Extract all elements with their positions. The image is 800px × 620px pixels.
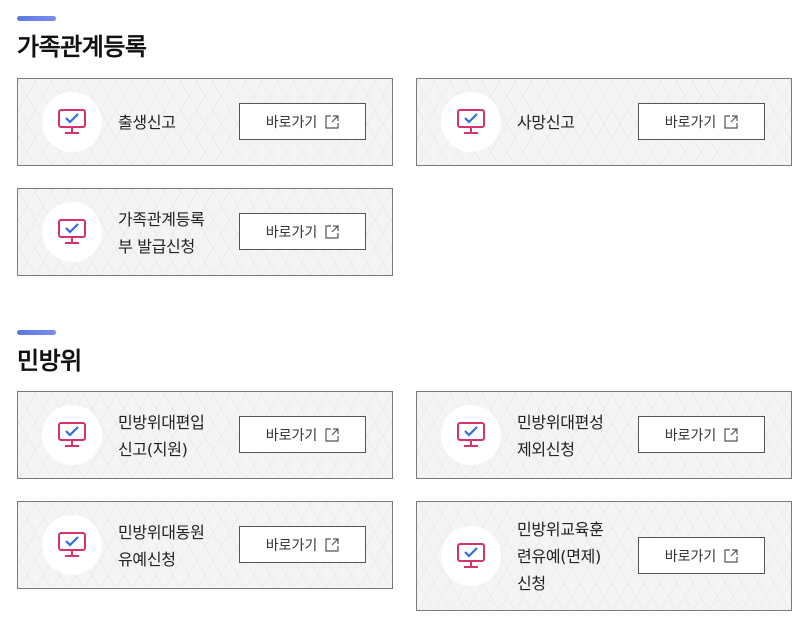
section-accent-bar xyxy=(17,330,56,335)
section-title: 가족관계등록 xyxy=(17,33,147,61)
go-button-label: 바로가기 xyxy=(265,114,318,131)
go-button[interactable]: 바로가기 xyxy=(239,103,366,140)
card-label: 민방위대동원 유예신청 xyxy=(118,523,205,569)
service-card-birth-report: 출생신고 바로가기 xyxy=(17,78,393,166)
service-card-family-registry-certificate: 가족관계등록 부 발급신청 바로가기 xyxy=(17,188,393,276)
monitor-check-icon xyxy=(42,405,102,465)
go-button[interactable]: 바로가기 xyxy=(239,416,366,453)
external-link-icon xyxy=(325,427,339,442)
card-label: 가족관계등록 부 발급신청 xyxy=(118,210,205,256)
external-link-icon xyxy=(325,224,339,239)
service-card-civil-defense-enrollment: 민방위대편입 신고(지원) 바로가기 xyxy=(17,391,393,479)
go-button-label: 바로가기 xyxy=(265,537,318,554)
external-link-icon xyxy=(325,114,339,129)
service-card-death-report: 사망신고 바로가기 xyxy=(416,78,792,166)
monitor-check-icon xyxy=(441,526,501,586)
section-accent-bar xyxy=(17,16,56,21)
section-title: 민방위 xyxy=(17,347,82,375)
go-button-label: 바로가기 xyxy=(664,114,717,131)
card-label: 민방위대편성 제외신청 xyxy=(517,413,604,459)
go-button[interactable]: 바로가기 xyxy=(638,416,765,453)
go-button[interactable]: 바로가기 xyxy=(239,213,366,250)
monitor-check-icon xyxy=(441,92,501,152)
external-link-icon xyxy=(724,114,738,129)
go-button[interactable]: 바로가기 xyxy=(239,526,366,563)
go-button-label: 바로가기 xyxy=(664,427,717,444)
monitor-check-icon xyxy=(42,515,102,575)
monitor-check-icon xyxy=(42,202,102,262)
monitor-check-icon xyxy=(42,92,102,152)
card-label: 사망신고 xyxy=(517,113,575,132)
section-civil-defense: 민방위 xyxy=(17,330,797,376)
go-button-label: 바로가기 xyxy=(265,224,318,241)
go-button-label: 바로가기 xyxy=(265,427,318,444)
section-family-registration: 가족관계등록 xyxy=(17,16,797,62)
service-card-civil-defense-mobilization-deferral: 민방위대동원 유예신청 바로가기 xyxy=(17,501,393,589)
external-link-icon xyxy=(724,548,738,563)
card-label: 출생신고 xyxy=(118,113,176,132)
service-card-civil-defense-exemption: 민방위대편성 제외신청 바로가기 xyxy=(416,391,792,479)
go-button[interactable]: 바로가기 xyxy=(638,537,765,574)
card-label: 민방위대편입 신고(지원) xyxy=(118,413,205,459)
card-label: 민방위교육훈 련유예(면제) 신청 xyxy=(517,520,604,593)
go-button[interactable]: 바로가기 xyxy=(638,103,765,140)
service-card-civil-defense-training-deferral: 민방위교육훈 련유예(면제) 신청 바로가기 xyxy=(416,501,792,611)
go-button-label: 바로가기 xyxy=(664,548,717,565)
monitor-check-icon xyxy=(441,405,501,465)
external-link-icon xyxy=(724,427,738,442)
external-link-icon xyxy=(325,537,339,552)
